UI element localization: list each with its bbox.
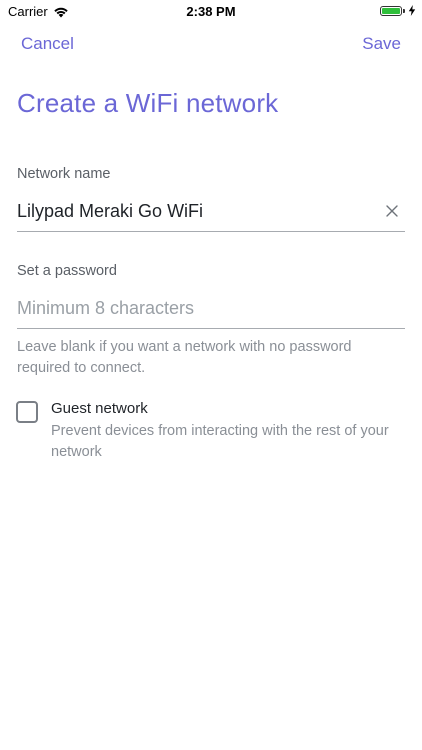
battery-indicator — [380, 5, 416, 16]
close-icon — [386, 205, 398, 217]
password-label: Set a password — [17, 263, 117, 279]
network-name-input[interactable] — [17, 200, 382, 222]
charging-icon — [408, 5, 416, 16]
network-name-field — [17, 191, 405, 232]
clear-button[interactable] — [382, 201, 402, 221]
guest-network-label: Guest network — [51, 400, 148, 417]
status-bar: Carrier 2:38 PM — [0, 0, 422, 22]
password-input[interactable] — [17, 297, 405, 319]
cancel-button[interactable]: Cancel — [21, 34, 74, 54]
guest-network-description: Prevent devices from interacting with th… — [51, 423, 389, 460]
guest-network-checkbox[interactable] — [16, 401, 38, 423]
navigation-bar: Cancel Save — [0, 30, 422, 56]
battery-icon — [380, 5, 402, 16]
password-field — [17, 288, 405, 329]
page-title: Create a WiFi network — [17, 88, 279, 118]
status-time: 2:38 PM — [186, 4, 236, 19]
network-name-label: Network name — [17, 166, 111, 182]
save-button[interactable]: Save — [362, 34, 401, 54]
password-helper-text: Leave blank if you want a network with n… — [17, 339, 352, 376]
